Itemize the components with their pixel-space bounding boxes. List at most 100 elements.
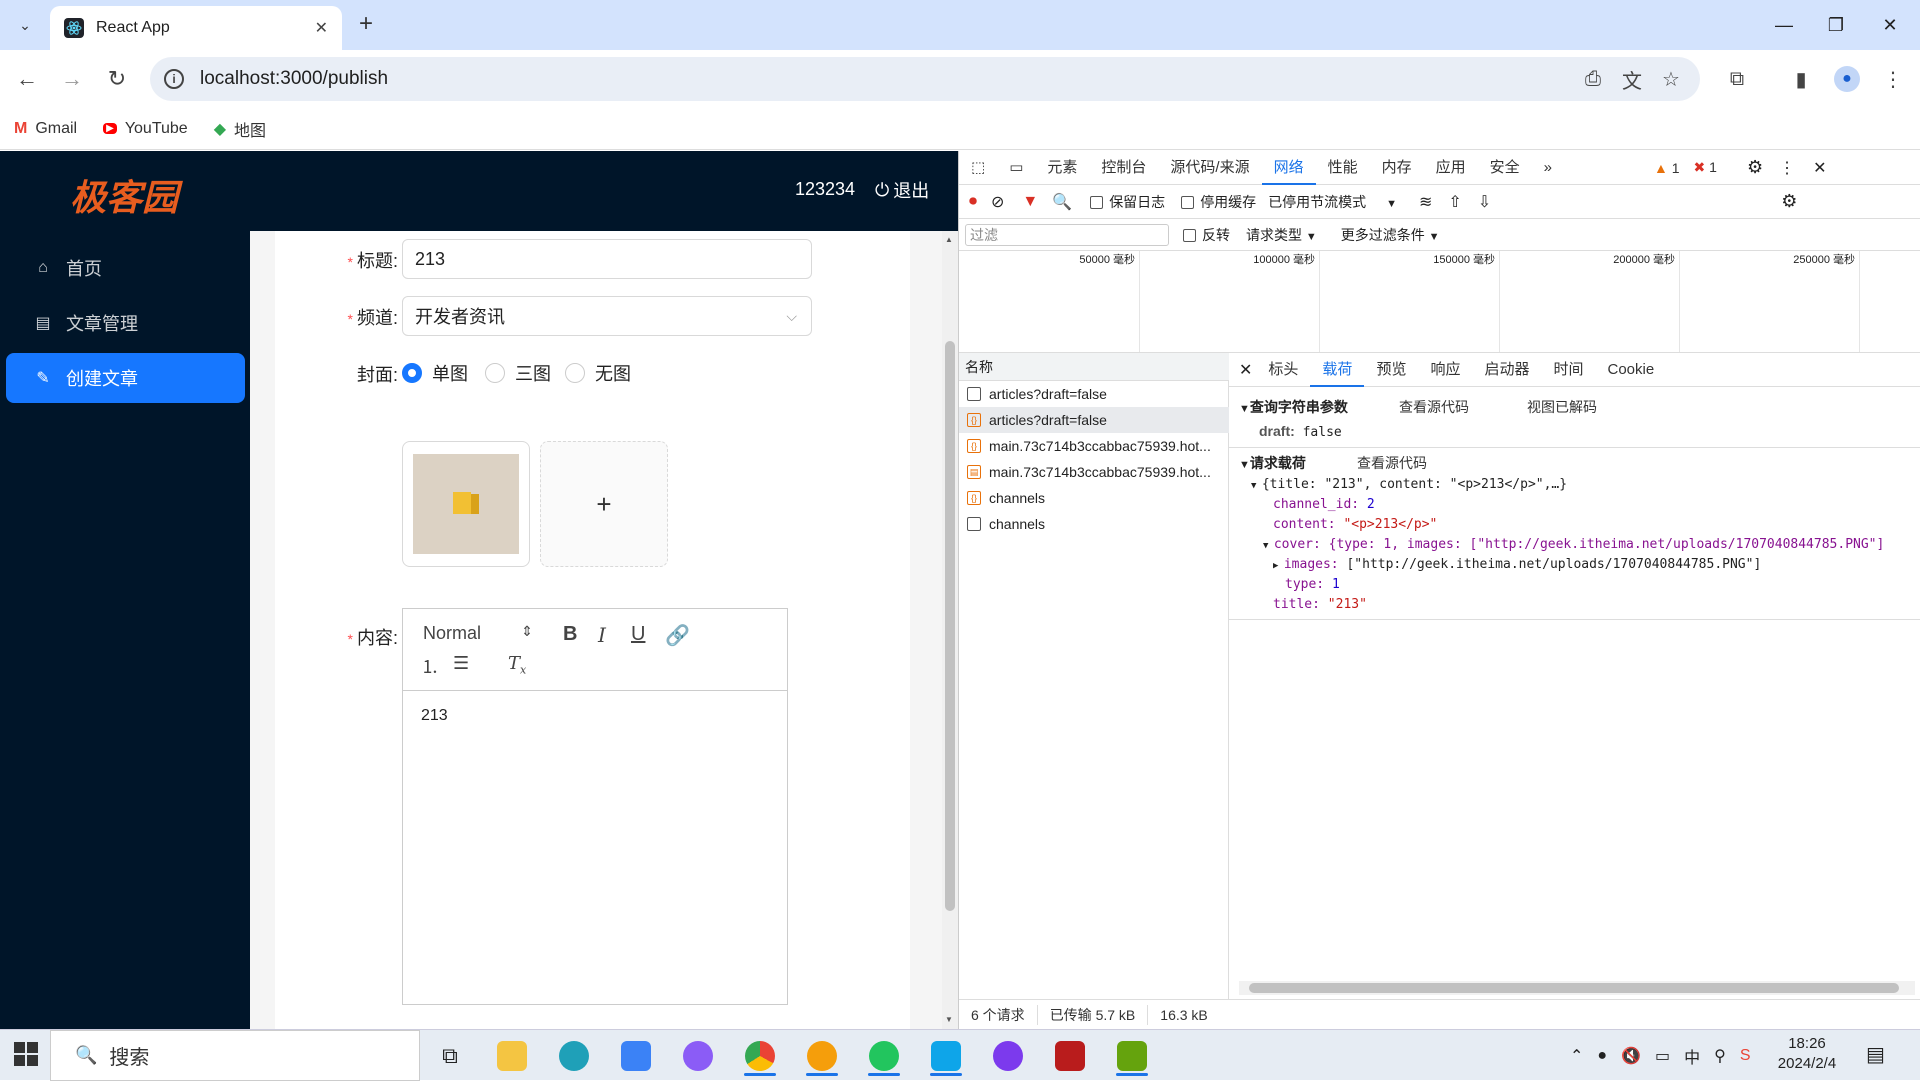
install-app-icon[interactable]: ⎙: [1578, 64, 1608, 94]
winrar-icon[interactable]: [1046, 1036, 1094, 1076]
app-icon-2[interactable]: [984, 1036, 1032, 1076]
clear-icon[interactable]: ⊘: [991, 192, 1004, 212]
tab-timing[interactable]: 时间: [1541, 353, 1595, 387]
scroll-down-icon[interactable]: ▼: [945, 1015, 953, 1024]
windows-start-icon[interactable]: [14, 1042, 38, 1066]
request-row[interactable]: channels: [959, 511, 1229, 537]
close-tab-icon[interactable]: ✕: [315, 18, 328, 38]
ordered-list-icon[interactable]: ⒈: [421, 653, 439, 679]
tab-application[interactable]: 应用: [1424, 151, 1478, 185]
request-types-dropdown[interactable]: 请求类型 ▼: [1246, 225, 1317, 245]
view-decoded-link[interactable]: 视图已解码: [1527, 397, 1597, 417]
site-info-icon[interactable]: i: [164, 69, 184, 89]
request-row[interactable]: ▤ main.73c714b3ccabbac75939.hot...: [959, 459, 1229, 485]
query-params-header[interactable]: ▼查询字符串参数: [1239, 397, 1348, 417]
payload-object[interactable]: ▼ {title: "213", content: "<p>213</p>",……: [1251, 477, 1567, 492]
new-tab-button[interactable]: +: [352, 11, 380, 39]
minimize-button[interactable]: —: [1754, 0, 1814, 50]
bookmark-star-icon[interactable]: ☆: [1656, 64, 1686, 94]
cover-radio-single[interactable]: 单图: [402, 360, 468, 386]
payload-images[interactable]: ▶ images: ["http://geek.itheima.net/uplo…: [1273, 557, 1761, 572]
cover-image-thumbnail[interactable]: [402, 441, 530, 567]
underline-icon[interactable]: U: [631, 623, 645, 646]
tab-security[interactable]: 安全: [1478, 151, 1532, 185]
tab-network[interactable]: 网络: [1261, 151, 1316, 185]
title-input[interactable]: 213: [402, 239, 812, 279]
format-select[interactable]: Normal ⇕: [423, 623, 533, 644]
input-method-icon[interactable]: S: [1740, 1047, 1751, 1065]
payload-cover[interactable]: ▼ cover: {type: 1, images: ["http://geek…: [1263, 537, 1884, 552]
system-clock[interactable]: 18:26 2024/2/4: [1770, 1034, 1844, 1074]
more-tabs-icon[interactable]: »: [1532, 151, 1564, 185]
italic-icon[interactable]: I: [598, 623, 606, 647]
disable-cache-checkbox[interactable]: 停用缓存: [1181, 192, 1256, 212]
ime-indicator[interactable]: 中: [1684, 1044, 1700, 1068]
battery-icon[interactable]: ▭: [1655, 1046, 1670, 1066]
tab-performance[interactable]: 性能: [1316, 151, 1370, 185]
channel-select[interactable]: 开发者资讯 ⌵: [402, 296, 812, 336]
network-settings-icon[interactable]: ⚙: [1781, 191, 1797, 212]
page-scrollbar[interactable]: ▲ ▼: [942, 231, 958, 1029]
close-window-button[interactable]: ✕: [1860, 0, 1920, 50]
edge-icon[interactable]: [550, 1036, 598, 1076]
settings-gear-icon[interactable]: ⚙: [1747, 157, 1763, 178]
vscode-icon[interactable]: [922, 1036, 970, 1076]
devtools-menu-icon[interactable]: ⋮: [1779, 158, 1795, 178]
network-conditions-icon[interactable]: ≋: [1419, 192, 1432, 212]
address-bar[interactable]: i localhost:3000/publish: [150, 57, 1700, 101]
bookmark-gmail[interactable]: M Gmail: [14, 120, 77, 138]
bold-icon[interactable]: B: [563, 623, 577, 646]
task-view-icon[interactable]: ⧉: [426, 1036, 474, 1076]
throttling-select[interactable]: 已停用节流模式 ▼: [1268, 192, 1397, 212]
clear-format-icon[interactable]: Tx: [508, 653, 526, 677]
tray-app-icon[interactable]: ●: [1597, 1047, 1607, 1065]
chevron-up-icon[interactable]: ⌃: [1570, 1046, 1583, 1066]
scrollbar-thumb[interactable]: [945, 341, 955, 911]
inspect-icon[interactable]: ⬚: [959, 151, 997, 185]
device-toolbar-icon[interactable]: ▭: [997, 151, 1035, 185]
export-har-icon[interactable]: ⇩: [1478, 192, 1491, 212]
copilot-icon[interactable]: [674, 1036, 722, 1076]
file-explorer-icon[interactable]: [488, 1036, 536, 1076]
import-har-icon[interactable]: ⇧: [1448, 192, 1461, 212]
record-icon[interactable]: ⏺: [969, 193, 977, 211]
payload-view-source-link[interactable]: 查看源代码: [1357, 453, 1427, 473]
column-header-name[interactable]: 名称: [959, 353, 1229, 381]
restore-button[interactable]: ❐: [1806, 0, 1866, 50]
chrome-icon[interactable]: [736, 1036, 784, 1076]
horizontal-scrollbar[interactable]: [1239, 981, 1915, 995]
link-icon[interactable]: 🔗: [665, 623, 690, 648]
menu-icon[interactable]: ⋮: [1878, 64, 1908, 94]
tab-initiator[interactable]: 启动器: [1472, 353, 1541, 387]
taskbar-search[interactable]: 🔍 搜索: [50, 1030, 420, 1081]
profile-avatar[interactable]: ●: [1832, 64, 1862, 94]
logout-button[interactable]: ⏻ 退出: [875, 177, 929, 203]
preserve-log-checkbox[interactable]: 保留日志: [1090, 192, 1165, 212]
error-icon[interactable]: ✖ 1: [1694, 159, 1717, 176]
view-source-link[interactable]: 查看源代码: [1399, 397, 1469, 417]
editor-body[interactable]: 213: [421, 707, 448, 725]
sidebar-item-create[interactable]: ✎ 创建文章: [6, 353, 245, 403]
sidebar-item-home[interactable]: ⌂ 首页: [6, 243, 245, 293]
side-panel-icon[interactable]: ▮: [1786, 64, 1816, 94]
devtools-close-icon[interactable]: ✕: [1813, 158, 1826, 178]
scrollbar-thumb[interactable]: [1249, 983, 1899, 993]
tab-memory[interactable]: 内存: [1370, 151, 1424, 185]
request-payload-header[interactable]: ▼请求载荷: [1239, 453, 1306, 473]
search-icon[interactable]: 🔍: [1052, 192, 1072, 212]
more-filters-dropdown[interactable]: 更多过滤条件 ▼: [1341, 225, 1440, 245]
filter-input[interactable]: 过滤: [965, 223, 1169, 246]
bullet-list-icon[interactable]: ☰: [453, 653, 469, 674]
browser-tab[interactable]: React App ✕: [50, 6, 342, 50]
invert-checkbox[interactable]: 反转: [1183, 225, 1230, 245]
tab-payload[interactable]: 载荷: [1310, 353, 1365, 387]
forward-icon[interactable]: →: [55, 62, 89, 96]
warning-icon[interactable]: ▲ 1: [1654, 160, 1680, 176]
request-row[interactable]: {} main.73c714b3ccabbac75939.hot...: [959, 433, 1229, 459]
cover-radio-none[interactable]: 无图: [565, 360, 631, 386]
wechat-icon[interactable]: [860, 1036, 908, 1076]
cover-radio-three[interactable]: 三图: [485, 360, 551, 386]
app-icon-3[interactable]: [1108, 1036, 1156, 1076]
scroll-up-icon[interactable]: ▲: [945, 235, 953, 244]
network-icon[interactable]: ⚲: [1714, 1046, 1726, 1066]
